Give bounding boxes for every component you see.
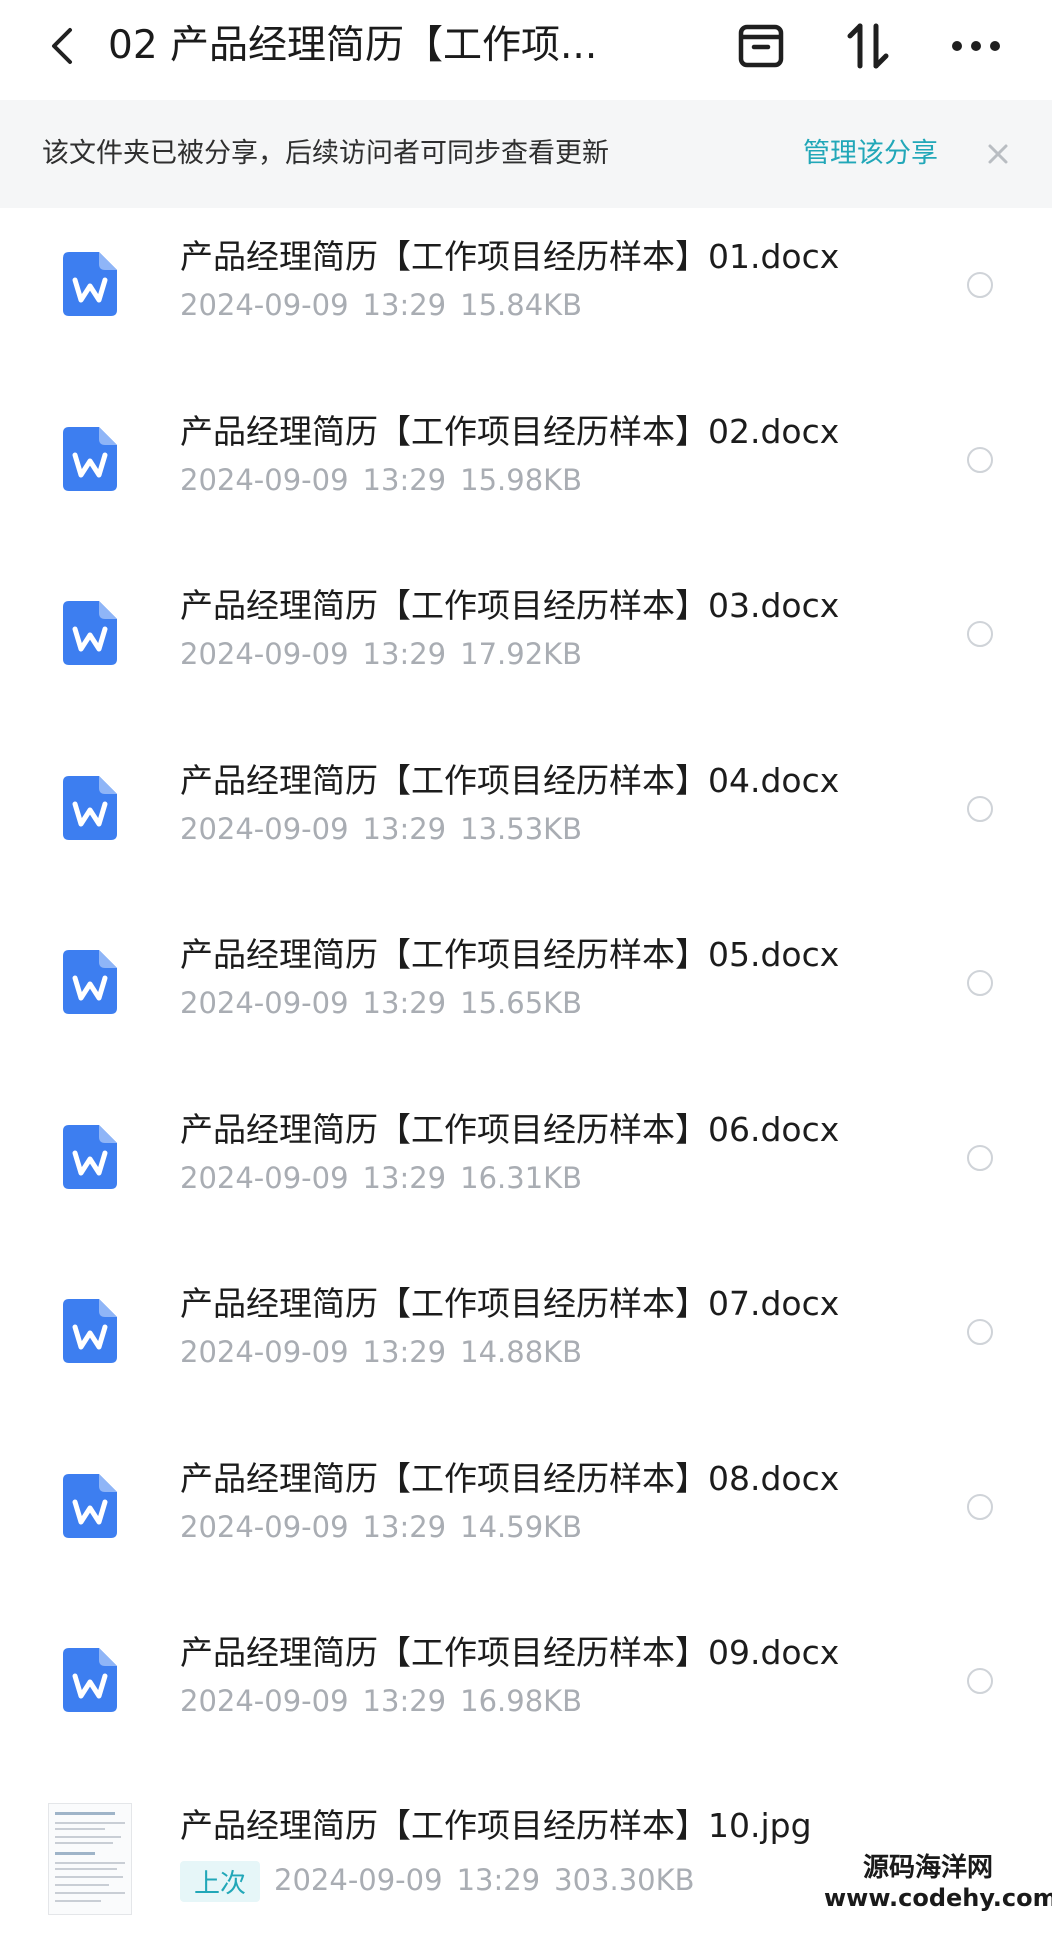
file-name: 产品经理简历【工作项目经历样本】07.docx (180, 1284, 840, 1323)
word-doc-icon (61, 250, 119, 318)
file-name: 产品经理简历【工作项目经历样本】09.docx (180, 1633, 840, 1672)
select-radio[interactable] (967, 1144, 993, 1171)
chevron-left-icon (52, 28, 72, 64)
file-size: 15.84KB (460, 288, 583, 322)
file-time: 13:29 (362, 1509, 447, 1544)
sort-button[interactable] (838, 14, 898, 78)
file-time: 13:29 (362, 811, 447, 846)
file-size: 16.31KB (460, 1160, 583, 1195)
share-banner: 该文件夹已被分享，后续访问者可同步查看更新 管理该分享 (0, 100, 1052, 208)
watermark-url: www.codehy.com (824, 1884, 1052, 1912)
file-row-8[interactable]: 产品经理简历【工作项目经历样本】08.docx 2024-09-09 13:29 1… (0, 1430, 1052, 1605)
file-time: 13:29 (362, 1335, 447, 1369)
image-thumbnail (48, 1803, 132, 1915)
file-time: 13:29 (362, 637, 447, 671)
file-name: 产品经理简历【工作项目经历样本】08.docx (180, 1458, 840, 1498)
select-radio[interactable] (967, 1668, 993, 1694)
file-date: 2024-09-09 (180, 811, 349, 846)
site-watermark: 源码海洋网 www.codehy.com (824, 1852, 1052, 1912)
file-size: 16.98KB (460, 1684, 583, 1718)
file-date: 2024-09-09 (180, 462, 349, 497)
file-row-1[interactable]: 产品经理简历【工作项目经历样本】01.docx 2024-09-09 13:29 1… (0, 208, 1052, 383)
file-meta: 2024-09-09 13:29 14.59KB (180, 1510, 596, 1544)
file-name: 产品经理简历【工作项目经历样本】02.docx (180, 411, 840, 451)
file-row-3[interactable]: 产品经理简历【工作项目经历样本】03.docx 2024-09-09 13:29 1… (0, 557, 1052, 732)
word-doc-icon (61, 1646, 119, 1714)
file-time: 13:29 (362, 1684, 447, 1718)
top-bar: 02 产品经理简历【工作项... (0, 0, 1052, 100)
file-time: 13:29 (362, 986, 447, 1020)
manage-share-link[interactable]: 管理该分享 (803, 100, 938, 208)
file-time: 13:29 (362, 288, 447, 322)
file-date: 2024-09-09 (180, 288, 349, 322)
watermark-title: 源码海洋网 (862, 1853, 993, 1883)
word-doc-icon (61, 774, 119, 842)
file-name: 产品经理简历【工作项目经历样本】05.docx (180, 935, 840, 974)
file-date: 2024-09-09 (180, 1335, 349, 1369)
close-icon (988, 144, 1008, 164)
file-row-9[interactable]: 产品经理简历【工作项目经历样本】09.docx 2024-09-09 13:29 1… (0, 1604, 1052, 1779)
word-doc-icon (61, 425, 119, 493)
back-button[interactable] (40, 14, 84, 78)
file-name: 产品经理简历【工作项目经历样本】10.jpg (180, 1806, 812, 1845)
select-radio[interactable] (967, 1319, 993, 1345)
file-meta: 2024-09-09 13:29 14.88KB (180, 1335, 596, 1369)
select-radio[interactable] (967, 446, 993, 473)
file-meta: 2024-09-09 13:29 15.98KB (180, 463, 596, 497)
file-meta: 2024-09-09 13:29 17.92KB (180, 637, 596, 671)
file-date: 2024-09-09 (180, 986, 349, 1020)
file-size: 17.92KB (460, 637, 583, 671)
file-meta: 2024-09-09 13:29 15.65KB (180, 986, 596, 1020)
file-date: 2024-09-09 (180, 1684, 349, 1718)
archive-box-icon (738, 24, 784, 68)
file-meta: 2024-09-09 13:29 16.98KB (180, 1684, 596, 1718)
file-row-4[interactable]: 产品经理简历【工作项目经历样本】04.docx 2024-09-09 13:29 1… (0, 732, 1052, 907)
file-list: 产品经理简历【工作项目经历样本】01.docx 2024-09-09 13:29 1… (0, 208, 1052, 1779)
last-opened-badge: 上次 (180, 1861, 261, 1902)
file-name: 产品经理简历【工作项目经历样本】06.docx (180, 1109, 840, 1149)
more-button[interactable] (946, 14, 1006, 78)
select-radio[interactable] (967, 272, 993, 298)
file-row-5[interactable]: 产品经理简历【工作项目经历样本】05.docx 2024-09-09 13:29 1… (0, 906, 1052, 1081)
file-meta: 上次 2024-09-09 13:29 303.30KB (180, 1861, 709, 1902)
select-radio[interactable] (967, 621, 993, 647)
file-time: 13:29 (362, 462, 447, 497)
sort-arrows-icon (847, 23, 889, 69)
file-row-2[interactable]: 产品经理简历【工作项目经历样本】02.docx 2024-09-09 13:29 1… (0, 383, 1052, 558)
file-meta: 2024-09-09 13:29 13.53KB (180, 812, 596, 846)
file-time: 13:29 (362, 1160, 447, 1195)
more-dots-icon (952, 41, 1000, 51)
select-radio[interactable] (967, 795, 993, 822)
file-date: 2024-09-09 (180, 637, 349, 671)
select-radio[interactable] (967, 970, 993, 996)
file-date: 2024-09-09 (274, 1862, 443, 1897)
file-time: 13:29 (456, 1862, 541, 1897)
share-notice-text: 该文件夹已被分享，后续访问者可同步查看更新 (42, 138, 609, 169)
banner-close-button[interactable] (980, 136, 1016, 172)
file-size: 15.65KB (460, 986, 583, 1020)
file-date: 2024-09-09 (180, 1509, 349, 1544)
file-meta: 2024-09-09 13:29 15.84KB (180, 288, 596, 322)
page-title: 02 产品经理简历【工作项... (108, 23, 598, 68)
word-doc-icon (61, 599, 119, 667)
word-doc-icon (61, 1297, 119, 1365)
word-doc-icon (61, 1123, 119, 1191)
file-size: 303.30KB (554, 1862, 695, 1897)
file-size: 13.53KB (460, 811, 583, 846)
file-size: 15.98KB (460, 462, 583, 497)
file-size: 14.59KB (460, 1509, 583, 1544)
file-date: 2024-09-09 (180, 1160, 349, 1195)
file-row-6[interactable]: 产品经理简历【工作项目经历样本】06.docx 2024-09-09 13:29 1… (0, 1081, 1052, 1256)
file-name: 产品经理简历【工作项目经历样本】04.docx (180, 760, 840, 800)
file-meta: 2024-09-09 13:29 16.31KB (180, 1161, 596, 1195)
file-name: 产品经理简历【工作项目经历样本】03.docx (180, 586, 840, 625)
file-row-7[interactable]: 产品经理简历【工作项目经历样本】07.docx 2024-09-09 13:29 1… (0, 1255, 1052, 1430)
word-doc-icon (61, 948, 119, 1016)
select-radio[interactable] (967, 1493, 993, 1520)
word-doc-icon (61, 1472, 119, 1540)
archive-button[interactable] (731, 14, 791, 78)
file-size: 14.88KB (460, 1335, 583, 1369)
file-name: 产品经理简历【工作项目经历样本】01.docx (180, 237, 840, 276)
